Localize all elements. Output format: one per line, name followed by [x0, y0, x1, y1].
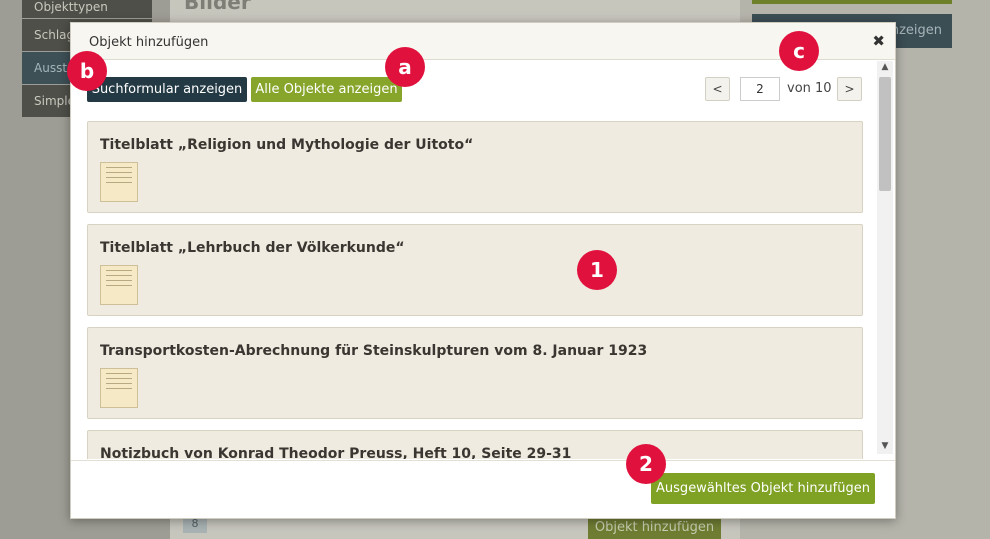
- list-item[interactable]: Notizbuch von Konrad Theodor Preuss, Hef…: [87, 430, 863, 459]
- object-title: Transportkosten-Abrechnung für Steinskul…: [100, 343, 648, 359]
- pager-next-button[interactable]: >: [837, 77, 862, 101]
- sidebar-item-objekttypen[interactable]: Objekttypen: [22, 0, 152, 18]
- scroll-up-icon[interactable]: ▲: [877, 62, 893, 74]
- modal-header: Objekt hinzufügen ✖: [71, 23, 895, 60]
- add-selected-object-button[interactable]: Ausgewähltes Objekt hinzufügen: [651, 473, 875, 504]
- show-search-form-button[interactable]: Suchformular anzeigen: [87, 77, 247, 102]
- background-page-title: Bilder: [184, 0, 251, 14]
- annotation-marker-c: c: [779, 31, 819, 71]
- list-item[interactable]: Titelblatt „Religion und Mythologie der …: [87, 121, 863, 213]
- annotation-marker-2: 2: [626, 444, 666, 484]
- annotation-marker-1: 1: [577, 250, 617, 290]
- page-number-input[interactable]: [740, 77, 780, 101]
- add-object-modal: Objekt hinzufügen ✖ Suchformular anzeige…: [70, 22, 896, 519]
- object-list: Titelblatt „Religion und Mythologie der …: [87, 121, 863, 459]
- object-title: Titelblatt „Lehrbuch der Völkerkunde“: [100, 240, 405, 256]
- background-add-object-button[interactable]: Objekt hinzufügen: [588, 516, 721, 539]
- modal-footer: Ausgewähltes Objekt hinzufügen: [71, 460, 895, 518]
- background-green-bar: [752, 0, 952, 4]
- list-scrollbar[interactable]: ▲ ▼: [877, 61, 893, 454]
- annotation-marker-a: a: [385, 47, 425, 87]
- show-all-objects-button[interactable]: Alle Objekte anzeigen: [251, 77, 402, 102]
- scroll-down-icon[interactable]: ▼: [877, 441, 893, 453]
- object-thumbnail: [100, 368, 138, 408]
- list-item[interactable]: Titelblatt „Lehrbuch der Völkerkunde“: [87, 224, 863, 316]
- object-thumbnail: [100, 265, 138, 305]
- object-title: Titelblatt „Religion und Mythologie der …: [100, 137, 474, 153]
- modal-body: Suchformular anzeigen Alle Objekte anzei…: [71, 61, 895, 459]
- pager-total-label: von 10: [787, 81, 832, 96]
- object-title: Notizbuch von Konrad Theodor Preuss, Hef…: [100, 446, 572, 459]
- annotation-marker-b: b: [67, 51, 107, 91]
- scrollbar-thumb[interactable]: [879, 77, 891, 191]
- object-thumbnail: [100, 162, 138, 202]
- list-item[interactable]: Transportkosten-Abrechnung für Steinskul…: [87, 327, 863, 419]
- close-icon[interactable]: ✖: [872, 32, 885, 50]
- modal-title: Objekt hinzufügen: [89, 35, 209, 50]
- pager-prev-button[interactable]: <: [705, 77, 730, 101]
